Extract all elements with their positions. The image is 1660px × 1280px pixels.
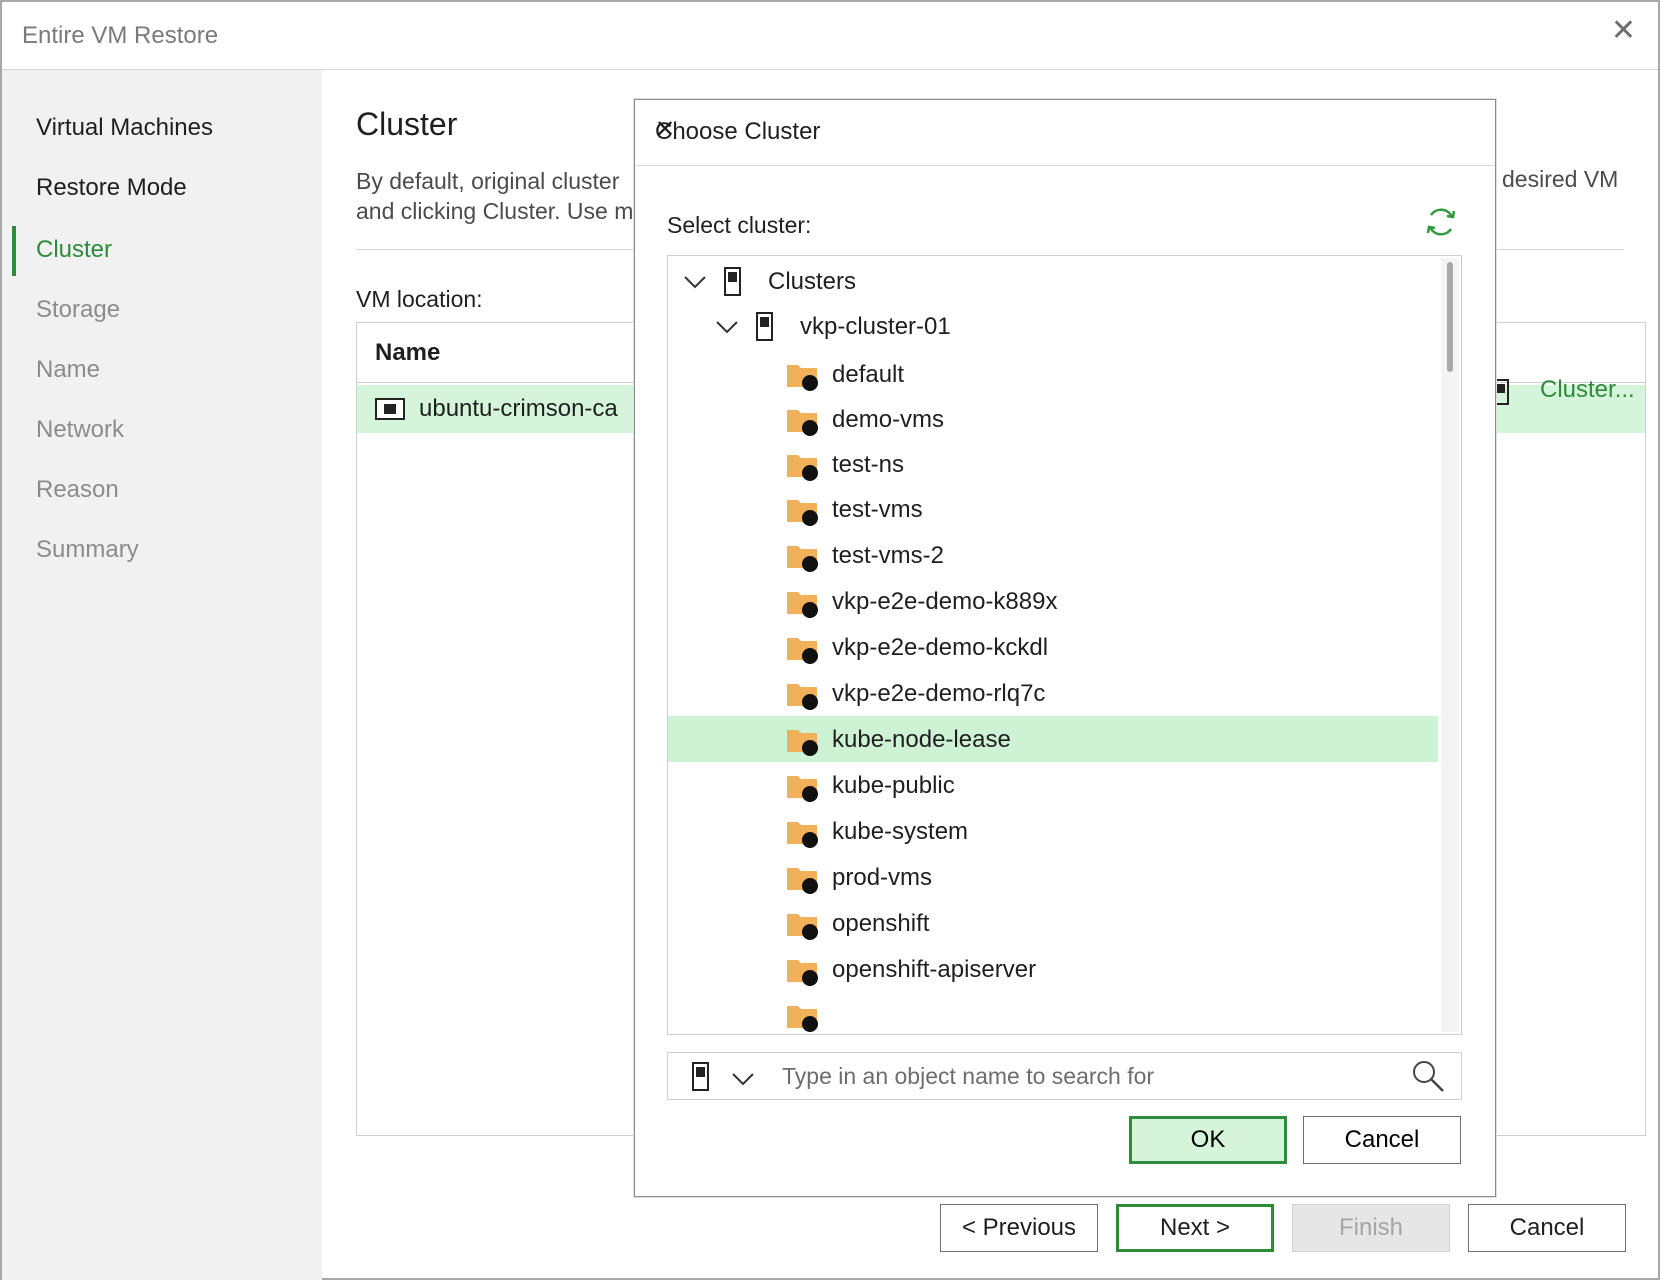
restore-wizard-window: Entire VM Restore ✕ Virtual Machines Res…: [0, 0, 1660, 1280]
folder-namespace-icon: [787, 776, 818, 802]
scrollbar-thumb[interactable]: [1447, 262, 1453, 372]
folder-namespace-icon: [787, 1006, 818, 1032]
tree-node-label: demo-vms: [832, 406, 945, 433]
dialog-title-bar: Choose Cluster ✕: [635, 100, 1495, 166]
server-icon: [724, 267, 741, 296]
tree-node-namespace-partial[interactable]: [668, 992, 1438, 1034]
chevron-down-icon[interactable]: [682, 268, 708, 294]
tree-node-namespace[interactable]: prod-vms: [668, 854, 1438, 900]
tree-node-namespace[interactable]: vkp-e2e-demo-k889x: [668, 578, 1438, 624]
wizard-cancel-button[interactable]: Cancel: [1468, 1204, 1626, 1252]
folder-namespace-icon: [787, 546, 818, 572]
tree-node-namespace[interactable]: default: [668, 351, 1438, 397]
object-search-box: [667, 1052, 1462, 1100]
wizard-steps: Virtual Machines Restore Mode Cluster St…: [2, 70, 322, 1280]
step-restore-mode: Restore Mode: [36, 174, 187, 201]
tree-node-namespace[interactable]: test-ns: [668, 441, 1438, 487]
folder-namespace-icon: [787, 365, 818, 391]
folder-namespace-icon: [787, 684, 818, 710]
tree-node-label: test-vms: [832, 496, 923, 523]
server-icon[interactable]: [690, 1061, 712, 1093]
step-virtual-machines: Virtual Machines: [36, 114, 213, 141]
folder-namespace-icon: [787, 638, 818, 664]
search-icon[interactable]: [1411, 1059, 1445, 1093]
tree-node-namespace[interactable]: openshift-apiserver: [668, 946, 1438, 992]
finish-button: Finish: [1292, 1204, 1450, 1252]
tree-node-label: prod-vms: [832, 864, 933, 891]
tree-node-namespace[interactable]: vkp-e2e-demo-rlq7c: [668, 670, 1438, 716]
folder-namespace-icon: [787, 592, 818, 618]
title-bar: Entire VM Restore ✕: [2, 2, 1658, 70]
chevron-down-icon[interactable]: [714, 313, 740, 339]
description-line-1: By default, original cluster: [356, 168, 620, 194]
vm-icon: [375, 398, 405, 420]
tree-node-label: vkp-e2e-demo-k889x: [832, 588, 1058, 615]
folder-namespace-icon: [787, 960, 818, 986]
tree-node-label: kube-node-lease: [832, 726, 1011, 753]
folder-namespace-icon: [787, 410, 818, 436]
tree-node-label: kube-public: [832, 772, 955, 799]
tree-node-label: test-vms-2: [832, 542, 945, 569]
step-reason: Reason: [36, 476, 119, 503]
step-storage: Storage: [36, 296, 121, 323]
tree-node-label: openshift: [832, 910, 930, 937]
close-icon[interactable]: ✕: [1611, 16, 1636, 46]
page-title: Cluster: [356, 106, 458, 142]
chevron-down-icon[interactable]: [730, 1065, 756, 1091]
active-step-marker: [12, 226, 16, 276]
folder-namespace-icon: [787, 868, 818, 894]
next-button[interactable]: Next >: [1116, 1204, 1274, 1252]
folder-namespace-icon: [787, 455, 818, 481]
column-header-name: Name: [375, 339, 441, 366]
tree-node-namespace[interactable]: test-vms-2: [668, 532, 1438, 578]
tree-node-label: vkp-e2e-demo-kckdl: [832, 634, 1049, 661]
tree-node-label: Clusters: [768, 268, 857, 295]
dialog-cancel-button[interactable]: Cancel: [1303, 1116, 1461, 1164]
step-network: Network: [36, 416, 125, 443]
cluster-tree: Clusters vkp-cluster-01 default demo-vms…: [667, 255, 1462, 1035]
folder-namespace-icon: [787, 730, 818, 756]
tree-node-namespace[interactable]: test-vms: [668, 486, 1438, 532]
tree-node-label: test-ns: [832, 451, 905, 478]
close-icon[interactable]: ✕: [655, 118, 1477, 142]
step-cluster: Cluster: [36, 236, 113, 263]
folder-namespace-icon: [787, 500, 818, 526]
tree-node-namespace-selected[interactable]: kube-node-lease: [668, 716, 1438, 762]
tree-scrollbar[interactable]: [1441, 258, 1459, 1032]
tree-node-namespace[interactable]: kube-system: [668, 808, 1438, 854]
tree-node-label: openshift-apiserver: [832, 956, 1037, 983]
tree-node-label: kube-system: [832, 818, 969, 845]
tree-node-namespace[interactable]: vkp-e2e-demo-kckdl: [668, 624, 1438, 670]
refresh-icon[interactable]: [1423, 204, 1459, 240]
tree-node-cluster[interactable]: vkp-cluster-01: [668, 303, 1438, 349]
tree-node-label: vkp-e2e-demo-rlq7c: [832, 680, 1046, 707]
folder-namespace-icon: [787, 914, 818, 940]
description-right-fragment: desired VM: [1502, 166, 1619, 192]
tree-node-label: default: [832, 361, 905, 388]
previous-button[interactable]: < Previous: [940, 1204, 1098, 1252]
tree-node-namespace[interactable]: kube-public: [668, 762, 1438, 808]
cluster-select-link[interactable]: Cluster...: [1540, 376, 1635, 404]
window-title: Entire VM Restore: [22, 22, 219, 49]
tree-node-clusters[interactable]: Clusters: [668, 258, 1438, 304]
tree-node-label: vkp-cluster-01: [800, 313, 951, 340]
description-line-2: and clicking Cluster. Use m: [356, 198, 634, 224]
step-name: Name: [36, 356, 101, 383]
tree-node-namespace[interactable]: openshift: [668, 900, 1438, 946]
select-cluster-label: Select cluster:: [667, 212, 812, 238]
server-icon: [756, 312, 773, 341]
step-summary: Summary: [36, 536, 139, 563]
vm-name: ubuntu-crimson-ca: [419, 395, 618, 422]
choose-cluster-dialog: Choose Cluster ✕ Select cluster: Cluster…: [634, 99, 1496, 1197]
tree-node-namespace[interactable]: demo-vms: [668, 396, 1438, 442]
folder-namespace-icon: [787, 822, 818, 848]
vm-location-label: VM location:: [356, 286, 483, 312]
ok-button[interactable]: OK: [1129, 1116, 1287, 1164]
page-description: By default, original cluster and clickin…: [356, 166, 633, 226]
search-input[interactable]: [780, 1059, 1380, 1093]
